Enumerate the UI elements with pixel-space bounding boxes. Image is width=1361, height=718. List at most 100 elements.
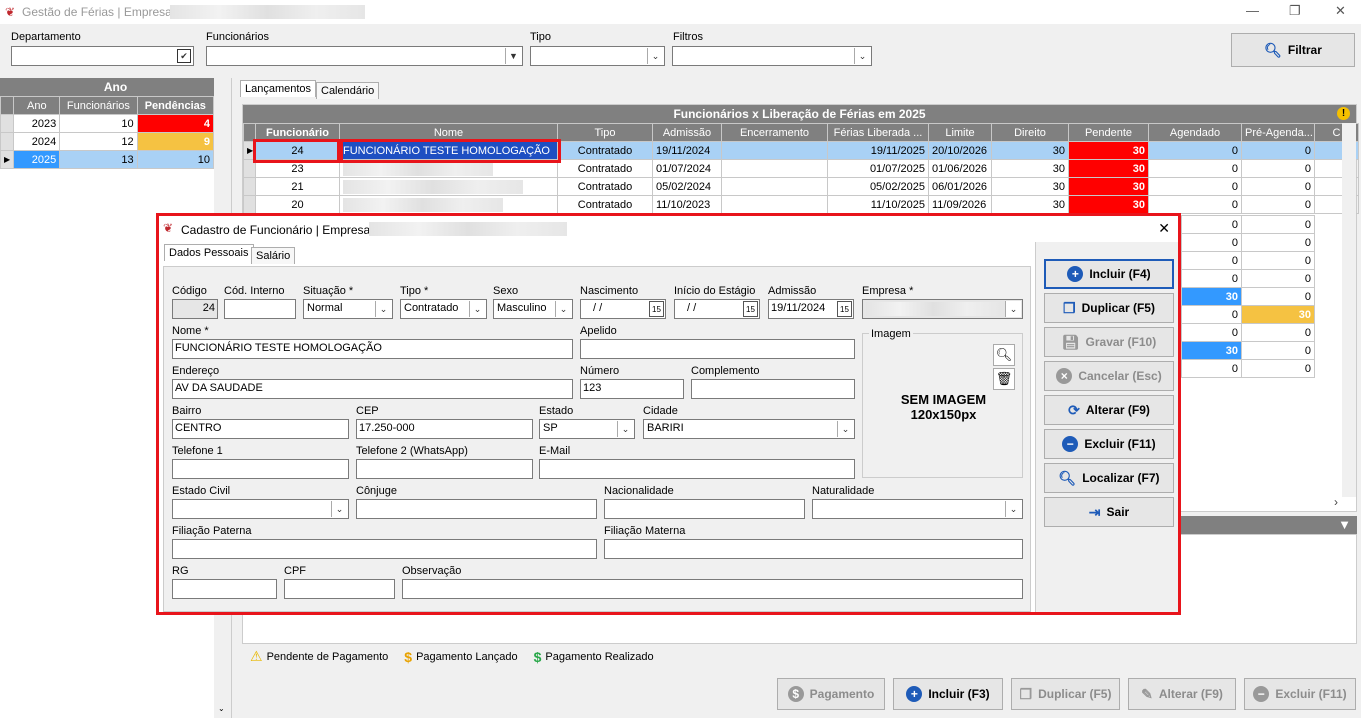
enc-cell[interactable] <box>721 159 828 178</box>
trash-icon[interactable]: 🗑︎ <box>993 368 1015 390</box>
pend-cell[interactable]: 30 <box>1068 159 1149 178</box>
calendar-icon[interactable]: 15 <box>649 301 664 317</box>
cep-field[interactable]: 17.250-000 <box>356 419 533 439</box>
filiacao-paterna-field[interactable] <box>172 539 597 559</box>
warning-icon[interactable]: ! <box>1337 107 1350 120</box>
table-row[interactable]: 21 Contratado 05/02/2024 05/02/2025 06/0… <box>243 177 1359 196</box>
excluir-f11-button[interactable]: − Excluir (F11) <box>1244 678 1356 710</box>
dir-cell[interactable]: 30 <box>991 195 1069 214</box>
departamento-checkbox[interactable]: ✔ <box>177 49 191 63</box>
pend-cell[interactable]: 10 <box>136 150 215 169</box>
table-row[interactable]: 2024 12 9 <box>0 132 215 151</box>
naturalidade-select[interactable]: ⌄ <box>812 499 1023 519</box>
telefone2-field[interactable] <box>356 459 533 479</box>
tipo-col-header[interactable]: Tipo <box>557 123 653 142</box>
ag-cell[interactable]: 0 <box>1148 195 1242 214</box>
pendente-col-header[interactable]: Pendente <box>1068 123 1149 142</box>
ag-cell[interactable]: 0 <box>1181 359 1242 378</box>
pre-cell[interactable]: 0 <box>1241 341 1315 360</box>
funcionarios-col-header[interactable]: Funcionários <box>59 96 138 115</box>
table-row[interactable]: ▶ 24 FUNCIONÁRIO TESTE HOMOLOGAÇÃO Contr… <box>243 138 1359 163</box>
ag-cell[interactable]: 0 <box>1181 215 1242 234</box>
ag-cell[interactable]: 0 <box>1181 323 1242 342</box>
minimize-button[interactable]: — <box>1246 3 1259 18</box>
func-cell[interactable]: 21 <box>255 177 340 196</box>
conjuge-field[interactable] <box>356 499 597 519</box>
sair-button[interactable]: ⇥ Sair <box>1044 497 1174 527</box>
nome-cell[interactable]: FUNCIONÁRIO TESTE HOMOLOGAÇÃO <box>336 138 561 163</box>
table-row[interactable]: 20 Contratado 11/10/2023 11/10/2025 11/0… <box>243 195 1359 214</box>
ag-cell[interactable]: 0 <box>1148 141 1242 160</box>
pendencias-col-header[interactable]: Pendências <box>136 96 215 115</box>
tipo-cell[interactable]: Contratado <box>557 177 653 196</box>
pre-cell[interactable]: 0 <box>1241 215 1315 234</box>
tipo-cell[interactable]: Contratado <box>557 195 653 214</box>
adm-cell[interactable]: 19/11/2024 <box>652 141 722 160</box>
admissao-col-header[interactable]: Admissão <box>652 123 722 142</box>
email-field[interactable] <box>539 459 855 479</box>
table-row[interactable]: 30 0 <box>1181 287 1315 306</box>
calendar-icon[interactable]: 15 <box>837 301 852 317</box>
complemento-field[interactable] <box>691 379 855 399</box>
admissao-field[interactable]: 19/11/2024 15 <box>768 299 854 319</box>
filtrar-button[interactable]: 🔍︎ Filtrar <box>1231 33 1355 67</box>
ag-cell[interactable]: 0 <box>1181 269 1242 288</box>
ano-col-header[interactable]: Ano <box>13 96 61 115</box>
alterar-f9-button[interactable]: ✎ Alterar (F9) <box>1128 678 1236 710</box>
tab-calendario[interactable]: Calendário <box>316 82 380 99</box>
pre-cell[interactable]: 30 <box>1241 305 1315 324</box>
ag-cell[interactable]: 30 <box>1181 341 1242 360</box>
scroll-right-icon[interactable]: › <box>1334 495 1338 509</box>
table-row[interactable]: 2023 10 4 <box>0 114 215 133</box>
lib-cell[interactable]: 01/07/2025 <box>827 159 929 178</box>
nome-field[interactable]: FUNCIONÁRIO TESTE HOMOLOGAÇÃO <box>172 339 573 359</box>
nome-cell[interactable] <box>339 195 558 214</box>
lib-cell[interactable]: 05/02/2025 <box>827 177 929 196</box>
lim-cell[interactable]: 01/06/2026 <box>928 159 992 178</box>
sexo-select[interactable]: Masculino ⌄ <box>493 299 573 319</box>
cidade-select[interactable]: BARIRI ⌄ <box>643 419 855 439</box>
pre-cell[interactable]: 0 <box>1241 359 1315 378</box>
table-row[interactable]: 23 Contratado 01/07/2024 01/07/2025 01/0… <box>243 159 1359 178</box>
func-cell[interactable]: 10 <box>59 114 138 133</box>
filiacao-materna-field[interactable] <box>604 539 1023 559</box>
ano-cell[interactable]: 2024 <box>13 132 61 151</box>
agendado-col-header[interactable]: Agendado <box>1148 123 1242 142</box>
departamento-select[interactable]: ✔ <box>11 46 194 66</box>
func-cell[interactable]: 24 <box>252 138 343 163</box>
calendar-icon[interactable]: 15 <box>743 301 758 317</box>
pre-cell[interactable]: 0 <box>1241 195 1315 214</box>
nome-cell[interactable] <box>339 159 558 178</box>
numero-field[interactable]: 123 <box>580 379 684 399</box>
pre-cell[interactable]: 0 <box>1241 323 1315 342</box>
adm-cell[interactable]: 05/02/2024 <box>652 177 722 196</box>
lim-cell[interactable]: 11/09/2026 <box>928 195 992 214</box>
table-row[interactable]: 00 <box>1181 215 1315 234</box>
ano-cell[interactable]: 2023 <box>13 114 61 133</box>
apelido-field[interactable] <box>580 339 855 359</box>
table-row[interactable]: 00 <box>1181 233 1315 252</box>
enc-cell[interactable] <box>721 177 828 196</box>
pend-cell[interactable]: 30 <box>1068 141 1149 160</box>
pend-cell[interactable]: 9 <box>136 132 215 151</box>
tab-dados-pessoais[interactable]: Dados Pessoais <box>164 244 254 261</box>
estado-select[interactable]: SP ⌄ <box>539 419 635 439</box>
func-cell[interactable]: 13 <box>59 150 138 169</box>
pagamento-button[interactable]: $ Pagamento <box>777 678 885 710</box>
bairro-field[interactable]: CENTRO <box>172 419 349 439</box>
scroll-down-icon[interactable]: ⌄ <box>218 704 225 713</box>
gravar-f10-button[interactable]: 💾︎ Gravar (F10) <box>1044 327 1174 357</box>
ag-cell[interactable]: 0 <box>1148 159 1242 178</box>
maximize-button[interactable]: ❐ <box>1289 3 1301 19</box>
pre-cell[interactable]: 0 <box>1241 233 1315 252</box>
pend-cell[interactable]: 4 <box>136 114 215 133</box>
tipo-cell[interactable]: Contratado <box>557 141 653 160</box>
close-button[interactable]: ✕ <box>1335 3 1346 19</box>
tipo-select[interactable]: ⌄ <box>530 46 665 66</box>
pre-cell[interactable]: 0 <box>1241 141 1315 160</box>
incluir-f3-button[interactable]: + Incluir (F3) <box>893 678 1003 710</box>
tab-salario[interactable]: Salário <box>251 247 296 264</box>
ag-cell[interactable]: 0 <box>1148 177 1242 196</box>
pend-cell[interactable]: 30 <box>1068 195 1149 214</box>
estado-civil-select[interactable]: ⌄ <box>172 499 349 519</box>
